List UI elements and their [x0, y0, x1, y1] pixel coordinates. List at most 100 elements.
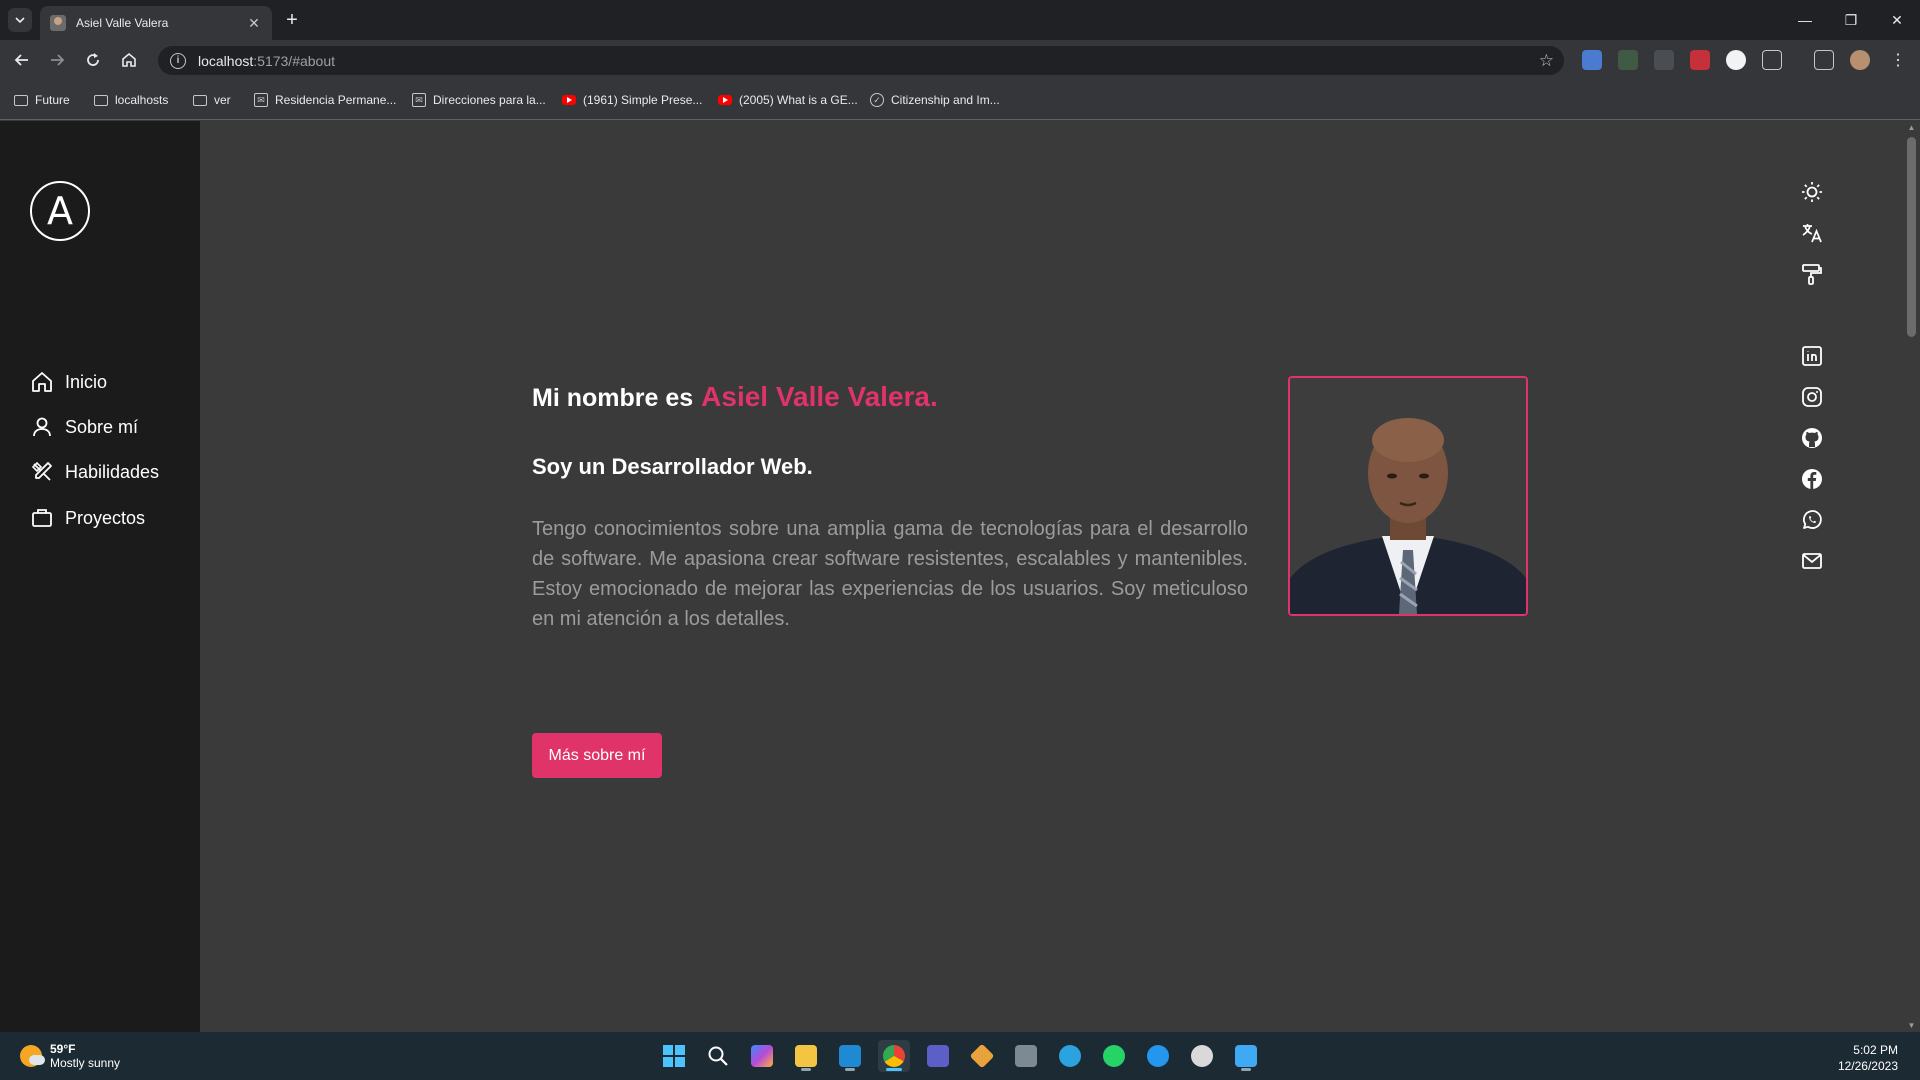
tab-search-button[interactable]: [8, 8, 32, 32]
more-about-me-button[interactable]: Más sobre mí: [532, 733, 662, 778]
bookmark-item[interactable]: (2005) What is a GE...: [718, 90, 858, 110]
whatsapp-icon: [1803, 510, 1822, 529]
linkedin-icon: [1802, 346, 1822, 366]
instagram-link[interactable]: [1797, 382, 1827, 412]
taskbar-app-explorer[interactable]: [790, 1040, 822, 1072]
home-icon: [122, 52, 136, 67]
taskbar-app-docker[interactable]: [1142, 1040, 1174, 1072]
extension-icon[interactable]: [1726, 50, 1746, 70]
browser-tab-active[interactable]: Asiel Valle Valera ✕: [40, 6, 272, 40]
tab-title: Asiel Valle Valera: [76, 16, 169, 30]
email-link[interactable]: [1797, 546, 1827, 576]
linkedin-link[interactable]: [1797, 341, 1827, 371]
bookmark-item[interactable]: (1961) Simple Prese...: [562, 90, 702, 110]
scroll-down-icon[interactable]: ▼: [1907, 1021, 1916, 1030]
youtube-icon: [562, 95, 576, 105]
bookmark-item[interactable]: ✉ Direcciones para la...: [412, 90, 546, 110]
taskbar-app-clock[interactable]: [1186, 1040, 1218, 1072]
language-toggle-button[interactable]: [1797, 218, 1827, 248]
puzzle-extensions-icon[interactable]: [1762, 50, 1782, 70]
taskbar-app-git[interactable]: [966, 1040, 998, 1072]
home-button[interactable]: [115, 46, 143, 74]
tab-close-icon[interactable]: ✕: [246, 15, 262, 31]
git-icon: [969, 1043, 995, 1069]
clock-date: 12/26/2023: [1837, 1059, 1898, 1073]
weather-widget[interactable]: 59°F Mostly sunny: [20, 1042, 120, 1070]
side-panel-icon[interactable]: [1814, 50, 1834, 70]
sidebar-item-sobre-mi[interactable]: Sobre mí: [30, 412, 138, 442]
taskbar-app-vscode[interactable]: [834, 1040, 866, 1072]
teams-icon: [927, 1045, 949, 1067]
briefcase-icon: [32, 509, 52, 527]
system-clock[interactable]: 5:02 PM 12/26/2023: [1838, 1042, 1898, 1074]
running-indicator: [801, 1068, 811, 1071]
bookmark-star-icon[interactable]: ☆: [1539, 51, 1554, 71]
facebook-icon: [1802, 469, 1822, 489]
reload-icon: [87, 53, 99, 66]
reload-button[interactable]: [79, 46, 107, 74]
github-link[interactable]: [1797, 423, 1827, 453]
back-button[interactable]: [8, 46, 36, 74]
search-icon: [708, 1046, 728, 1066]
bookmark-item[interactable]: Future: [14, 90, 70, 110]
minimize-button[interactable]: —: [1782, 0, 1828, 40]
taskbar-app-teams[interactable]: [922, 1040, 954, 1072]
start-button[interactable]: [658, 1040, 690, 1072]
facebook-link[interactable]: [1797, 464, 1827, 494]
bookmark-label: Residencia Permane...: [275, 93, 397, 107]
windows-taskbar: 59°F Mostly sunny 5:02 PM 12/26/2023: [0, 1032, 1920, 1080]
paint-roller-icon: [1802, 264, 1822, 285]
about-description: Tengo conocimientos sobre una amplia gam…: [532, 518, 1248, 630]
sidebar-item-habilidades[interactable]: Habilidades: [30, 457, 159, 487]
sidebar-item-label: Sobre mí: [65, 416, 139, 437]
extension-icon[interactable]: [1618, 50, 1638, 70]
bookmark-label: Citizenship and Im...: [891, 93, 1000, 107]
profile-avatar[interactable]: [1850, 50, 1870, 70]
site-info-icon[interactable]: i: [170, 52, 186, 69]
bookmarks-bar: Future localhosts ver ✉ Residencia Perman…: [0, 80, 1920, 120]
taskbar-app-calculator[interactable]: [1010, 1040, 1042, 1072]
taskbar-app-whatsapp[interactable]: [1098, 1040, 1130, 1072]
address-bar[interactable]: i localhost:5173/#about ☆: [158, 46, 1564, 75]
notepad-icon: [1235, 1045, 1257, 1067]
translate-extension-icon[interactable]: [1582, 50, 1602, 70]
color-theme-button[interactable]: [1797, 259, 1827, 289]
gov-site-icon: ✉: [254, 93, 268, 107]
restore-button[interactable]: ❐: [1828, 0, 1874, 40]
taskbar-app-telegram[interactable]: [1054, 1040, 1086, 1072]
forward-button[interactable]: [43, 46, 71, 74]
youtube-icon: [718, 95, 732, 105]
about-subtitle: Soy un Desarrollador Web.: [532, 454, 813, 479]
weather-icon: [20, 1045, 45, 1067]
taskbar-app-widgets[interactable]: [746, 1040, 778, 1072]
url-host: localhost: [198, 52, 254, 69]
menu-kebab-icon[interactable]: ⋮: [1884, 46, 1912, 74]
bookmark-item[interactable]: ✓ Citizenship and Im...: [870, 90, 1000, 110]
bookmark-label: Future: [35, 93, 70, 107]
whatsapp-link[interactable]: [1797, 505, 1827, 535]
weather-temp: 59°F: [50, 1042, 76, 1056]
taskbar-app-chrome[interactable]: [878, 1040, 910, 1072]
taskbar-search-button[interactable]: [702, 1040, 734, 1072]
sidebar-item-inicio[interactable]: Inicio: [30, 367, 107, 397]
bookmark-item[interactable]: ver: [193, 90, 231, 110]
sidebar-item-proyectos[interactable]: Proyectos: [30, 503, 145, 533]
page-scrollbar[interactable]: ▲ ▼: [1903, 121, 1920, 1032]
arrow-right-icon: [51, 54, 65, 66]
tools-icon: [31, 461, 52, 481]
chevron-down-icon: [15, 17, 25, 24]
site-logo[interactable]: A: [30, 181, 90, 241]
profile-portrait-image: [1290, 378, 1526, 614]
folder-icon: [14, 94, 28, 106]
theme-toggle-button[interactable]: [1797, 177, 1827, 207]
bookmark-item[interactable]: localhosts: [94, 90, 168, 110]
github-icon: [1802, 428, 1822, 448]
new-tab-button[interactable]: +: [280, 8, 304, 32]
taskbar-app-notepad[interactable]: [1230, 1040, 1262, 1072]
extension-icon[interactable]: [1690, 50, 1710, 70]
window-close-button[interactable]: ✕: [1874, 0, 1920, 40]
scrollbar-thumb[interactable]: [1907, 137, 1916, 337]
extension-icon[interactable]: [1654, 50, 1674, 70]
scroll-up-icon[interactable]: ▲: [1907, 123, 1916, 132]
bookmark-item[interactable]: ✉ Residencia Permane...: [254, 90, 396, 110]
